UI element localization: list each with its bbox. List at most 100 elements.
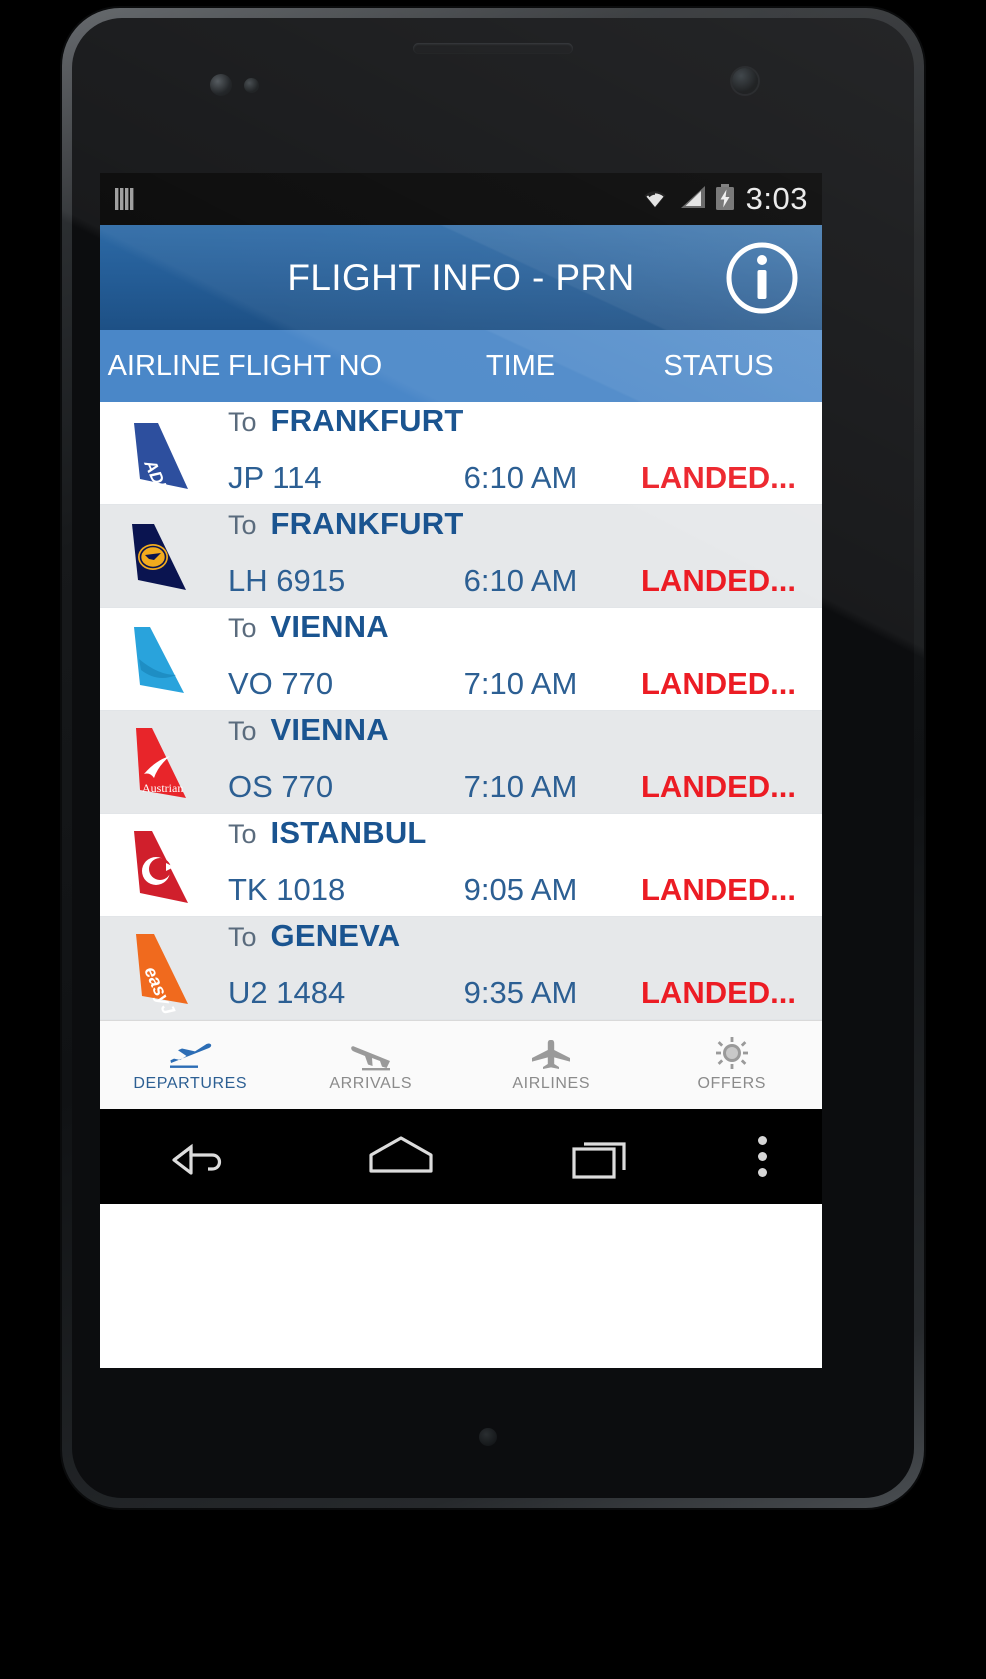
flight-detail-line: OS 770 7:10 AM LANDED...: [228, 762, 822, 812]
tab-label: DEPARTURES: [133, 1075, 248, 1092]
flight-info: To FRANKFURT LH 6915 6:10 AM LANDED...: [228, 505, 822, 608]
flight-detail-line: LH 6915 6:10 AM LANDED...: [228, 556, 822, 606]
tab-arrivals[interactable]: ARRIVALS: [281, 1021, 462, 1109]
flight-number: TK 1018: [228, 872, 346, 907]
status-badge: LANDED...: [641, 460, 796, 495]
battery-charging-icon: [714, 183, 736, 216]
table-row[interactable]: To FRANKFURT LH 6915 6:10 AM LANDED...: [100, 505, 822, 608]
tab-label: ARRIVALS: [329, 1075, 413, 1092]
light-sensor: [732, 68, 758, 94]
flight-time: 6:10 AM: [463, 563, 578, 598]
column-header-flight-no: FLIGHT NO: [228, 349, 383, 382]
page-title: FLIGHT INFO - PRN: [287, 256, 635, 298]
tab-departures[interactable]: DEPARTURES: [100, 1021, 281, 1109]
destination-value: FRANKFURT: [270, 506, 464, 541]
airlines-plane-icon: [528, 1037, 574, 1071]
arrivals-plane-icon: [348, 1037, 394, 1071]
proximity-sensor: [244, 78, 259, 93]
flight-info: To VIENNA VO 770 7:10 AM LANDED...: [228, 608, 822, 711]
destination-line: To VIENNA: [228, 712, 822, 762]
front-camera: [210, 74, 232, 96]
table-row[interactable]: Austrian To VIENNA OS 770 7:10 AM LANDED…: [100, 711, 822, 814]
column-header-airline: AIRLINE: [107, 349, 221, 382]
destination-value: VIENNA: [270, 712, 389, 747]
flight-detail-line: TK 1018 9:05 AM LANDED...: [228, 865, 822, 915]
phone-screen: 3:03 FLIGHT INFO - PRN AIRLINE FLIGHT NO: [100, 173, 822, 1368]
column-header-status: STATUS: [663, 349, 774, 382]
destination-value: FRANKFURT: [270, 403, 464, 438]
lufthansa-tail-icon: [100, 505, 228, 608]
tab-offers[interactable]: OFFERS: [642, 1021, 823, 1109]
table-row[interactable]: easyJet To GENEVA U2 1484 9:35 AM LANDED…: [100, 917, 822, 1020]
overflow-menu-icon[interactable]: [702, 1136, 822, 1177]
destination-value: ISTANBUL: [270, 815, 427, 850]
table-row[interactable]: To ISTANBUL TK 1018 9:05 AM LANDED...: [100, 814, 822, 917]
flight-detail-line: U2 1484 9:35 AM LANDED...: [228, 968, 822, 1018]
earpiece-speaker: [413, 43, 573, 54]
flight-detail-line: JP 114 6:10 AM LANDED...: [228, 453, 822, 503]
to-label: To: [228, 510, 257, 540]
adria-tail-icon: ADRIA: [100, 402, 228, 505]
android-navigation-bar: [100, 1109, 822, 1204]
status-badge: LANDED...: [641, 975, 796, 1010]
to-label: To: [228, 922, 257, 952]
status-bar-left: [114, 186, 136, 212]
to-label: To: [228, 407, 257, 437]
flight-time: 6:10 AM: [463, 460, 578, 495]
home-icon[interactable]: [301, 1129, 502, 1185]
flight-time: 7:10 AM: [463, 666, 578, 701]
flight-time: 9:05 AM: [463, 872, 578, 907]
status-badge: LANDED...: [641, 769, 796, 804]
destination-line: To FRANKFURT: [228, 403, 822, 453]
flight-time: 7:10 AM: [463, 769, 578, 804]
flight-number: VO 770: [228, 666, 334, 701]
easyjet-tail-icon: easyJet: [100, 917, 228, 1020]
blue-tail-icon: [100, 608, 228, 711]
back-arrow-icon[interactable]: [100, 1129, 301, 1185]
cellular-signal-icon: [679, 184, 707, 215]
sim-card-icon: [114, 186, 136, 212]
bottom-tab-bar: DEPARTURES ARRIVALS AIRLINES OFFERS: [100, 1020, 822, 1109]
destination-value: VIENNA: [270, 609, 389, 644]
destination-line: To VIENNA: [228, 609, 822, 659]
destination-line: To FRANKFURT: [228, 506, 822, 556]
overflow-dots: [757, 1136, 767, 1177]
status-badge: LANDED...: [641, 666, 796, 701]
flight-time: 9:35 AM: [463, 975, 578, 1010]
to-label: To: [228, 819, 257, 849]
flight-info: To VIENNA OS 770 7:10 AM LANDED...: [228, 711, 822, 814]
column-header-time: TIME: [485, 349, 556, 382]
tab-label: OFFERS: [697, 1075, 766, 1092]
turkish-tail-icon: [100, 814, 228, 917]
destination-line: To GENEVA: [228, 918, 822, 968]
to-label: To: [228, 613, 257, 643]
offers-sun-icon: [712, 1037, 752, 1071]
departures-plane-icon: [167, 1037, 213, 1071]
destination-line: To ISTANBUL: [228, 815, 822, 865]
flight-list: ADRIA To FRANKFURT JP 114 6:10 AM LANDED…: [100, 402, 822, 1020]
status-badge: LANDED...: [641, 872, 796, 907]
phone-device: 3:03 FLIGHT INFO - PRN AIRLINE FLIGHT NO: [62, 8, 924, 1508]
austrian-tail-icon: Austrian: [100, 711, 228, 814]
flight-number: U2 1484: [228, 975, 346, 1010]
flight-number: LH 6915: [228, 563, 346, 598]
flight-info: To FRANKFURT JP 114 6:10 AM LANDED...: [228, 402, 822, 505]
app-bar: FLIGHT INFO - PRN: [100, 225, 822, 330]
tab-label: AIRLINES: [512, 1075, 591, 1092]
home-indicator-dot: [479, 1428, 497, 1446]
table-row[interactable]: To VIENNA VO 770 7:10 AM LANDED...: [100, 608, 822, 711]
flight-detail-line: VO 770 7:10 AM LANDED...: [228, 659, 822, 709]
svg-text:Austrian: Austrian: [142, 781, 183, 795]
status-bar-clock: 3:03: [745, 181, 808, 216]
tab-airlines[interactable]: AIRLINES: [461, 1021, 642, 1109]
info-icon[interactable]: [724, 240, 800, 316]
status-badge: LANDED...: [641, 563, 796, 598]
wifi-icon: [638, 184, 672, 215]
table-row[interactable]: ADRIA To FRANKFURT JP 114 6:10 AM LANDED…: [100, 402, 822, 505]
flight-number: JP 114: [228, 460, 322, 495]
flight-info: To GENEVA U2 1484 9:35 AM LANDED...: [228, 917, 822, 1020]
recents-icon[interactable]: [501, 1129, 702, 1185]
screen-frame: 3:03 FLIGHT INFO - PRN AIRLINE FLIGHT NO: [100, 173, 822, 1368]
flight-number: OS 770: [228, 769, 334, 804]
flight-info: To ISTANBUL TK 1018 9:05 AM LANDED...: [228, 814, 822, 917]
